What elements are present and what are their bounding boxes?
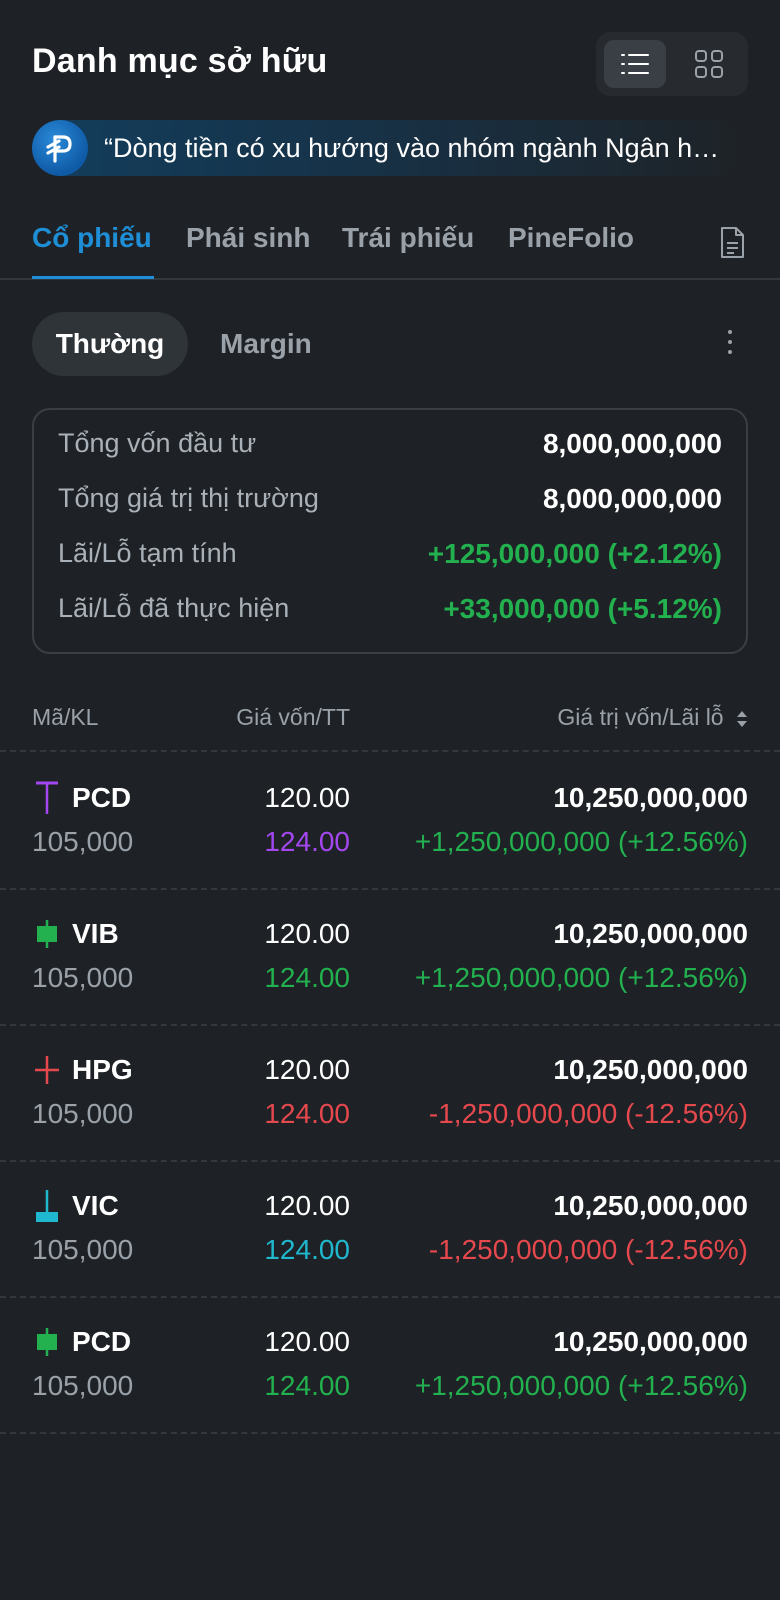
tab-phai-sinh[interactable]: Phái sinh (186, 222, 310, 254)
summary-label: Tổng vốn đầu tư (58, 428, 257, 458)
news-text: “Dòng tiền có xu hướng vào nhóm ngành Ng… (104, 133, 730, 163)
quantity: 105,000 (32, 962, 134, 993)
ticker-symbol: VIC (72, 1190, 119, 1221)
table-row[interactable]: PCD 105,000 120.00 124.00 10,250,000,000 +1,2… (0, 1298, 780, 1434)
candlestick-icon (35, 1056, 59, 1084)
ticker-symbol: PCD (72, 782, 132, 813)
summary-value: 8,000,000,000 (542, 483, 722, 514)
tab-trai-phieu[interactable]: Trái phiếu (342, 222, 474, 254)
asset-tabs: Cổ phiếu Phái sinh Trái phiếu PineFolio (0, 204, 780, 280)
subtab-margin[interactable]: Margin (220, 312, 312, 376)
view-toggle (596, 32, 748, 96)
summary-label: Lãi/Lỗ tạm tính (58, 538, 237, 568)
list-view-button[interactable] (604, 40, 666, 88)
portfolio-summary: Tổng vốn đầu tư 8,000,000,000 Tổng giá t… (32, 408, 748, 654)
table-row[interactable]: PCD 105,000 120.00 124.00 10,250,000,000 +1,2… (0, 754, 780, 890)
page-title: Danh mục sở hữu (32, 42, 328, 80)
ticker-symbol: PCD (72, 1326, 132, 1357)
summary-row: Lãi/Lỗ đã thực hiện +33,000,000 (+5.12%) (58, 593, 722, 633)
profit-loss: +1,250,000,000 (+12.56%) (414, 1370, 748, 1401)
header: Danh mục sở hữu (0, 0, 780, 120)
grid-view-button[interactable] (678, 40, 740, 88)
holdings-table-header: Mã/KL Giá vốn/TT Giá trị vốn/Lãi lỗ (0, 696, 780, 752)
list-icon (621, 54, 649, 74)
market-price: 124.00 (264, 1098, 350, 1129)
news-ticker[interactable]: “Dòng tiền có xu hướng vào nhóm ngành Ng… (32, 120, 748, 176)
summary-row: Tổng giá trị thị trường 8,000,000,000 (58, 483, 722, 523)
cost-price: 120.00 (264, 1054, 350, 1085)
cost-price: 120.00 (264, 918, 350, 949)
ticker-symbol: HPG (72, 1054, 133, 1085)
position-value: 10,250,000,000 (553, 1190, 748, 1221)
candlestick-icon (36, 781, 58, 814)
summary-value: +33,000,000 (+5.12%) (443, 593, 722, 624)
tab-pinefolio[interactable]: PineFolio (508, 222, 634, 254)
market-price: 124.00 (264, 1370, 350, 1401)
more-options-icon[interactable] (722, 326, 738, 362)
profit-loss: -1,250,000,000 (-12.56%) (428, 1234, 748, 1265)
market-price: 124.00 (264, 826, 350, 857)
quantity: 105,000 (32, 1234, 134, 1265)
summary-row: Lãi/Lỗ tạm tính +125,000,000 (+2.12%) (58, 538, 722, 578)
active-tab-indicator (32, 276, 154, 279)
candlestick-icon (37, 920, 57, 948)
summary-value: +125,000,000 (+2.12%) (427, 538, 722, 569)
candlestick-icon (36, 1190, 58, 1222)
document-icon[interactable] (718, 226, 746, 260)
summary-value: 8,000,000,000 (542, 428, 722, 459)
position-value: 10,250,000,000 (553, 1326, 748, 1357)
profit-loss: +1,250,000,000 (+12.56%) (414, 826, 748, 857)
brand-logo (32, 120, 88, 176)
position-value: 10,250,000,000 (553, 1054, 748, 1085)
tab-co-phieu[interactable]: Cổ phiếu (32, 222, 152, 254)
column-header-price[interactable]: Giá vốn/TT (236, 704, 350, 731)
table-row[interactable]: VIC 105,000 120.00 124.00 10,250,000,000 -1,2… (0, 1162, 780, 1298)
sort-icon (737, 710, 747, 727)
position-value: 10,250,000,000 (553, 918, 748, 949)
column-header-value-label: Giá trị vốn/Lãi lỗ (557, 704, 724, 730)
table-row[interactable]: VIB 105,000 120.00 124.00 10,250,000,000 +1,2… (0, 890, 780, 1026)
quantity: 105,000 (32, 1098, 134, 1129)
summary-label: Tổng giá trị thị trường (58, 483, 319, 513)
cost-price: 120.00 (264, 1326, 350, 1357)
ticker-symbol: VIB (72, 918, 119, 949)
table-row[interactable]: HPG 105,000 120.00 124.00 10,250,000,000 -1,2… (0, 1026, 780, 1162)
quantity: 105,000 (32, 1370, 134, 1401)
summary-row: Tổng vốn đầu tư 8,000,000,000 (58, 428, 722, 468)
cost-price: 120.00 (264, 1190, 350, 1221)
grid-icon (695, 50, 723, 78)
quantity: 105,000 (32, 826, 134, 857)
profit-loss: +1,250,000,000 (+12.56%) (414, 962, 748, 993)
profit-loss: -1,250,000,000 (-12.56%) (428, 1098, 748, 1129)
subtab-thuong[interactable]: Thường (32, 312, 188, 376)
market-price: 124.00 (264, 962, 350, 993)
column-header-symbol[interactable]: Mã/KL (32, 704, 98, 731)
summary-label: Lãi/Lỗ đã thực hiện (58, 593, 290, 623)
position-value: 10,250,000,000 (553, 782, 748, 813)
column-header-value[interactable]: Giá trị vốn/Lãi lỗ (557, 704, 748, 731)
market-price: 124.00 (264, 1234, 350, 1265)
cost-price: 120.00 (264, 782, 350, 813)
candlestick-icon (37, 1328, 57, 1356)
